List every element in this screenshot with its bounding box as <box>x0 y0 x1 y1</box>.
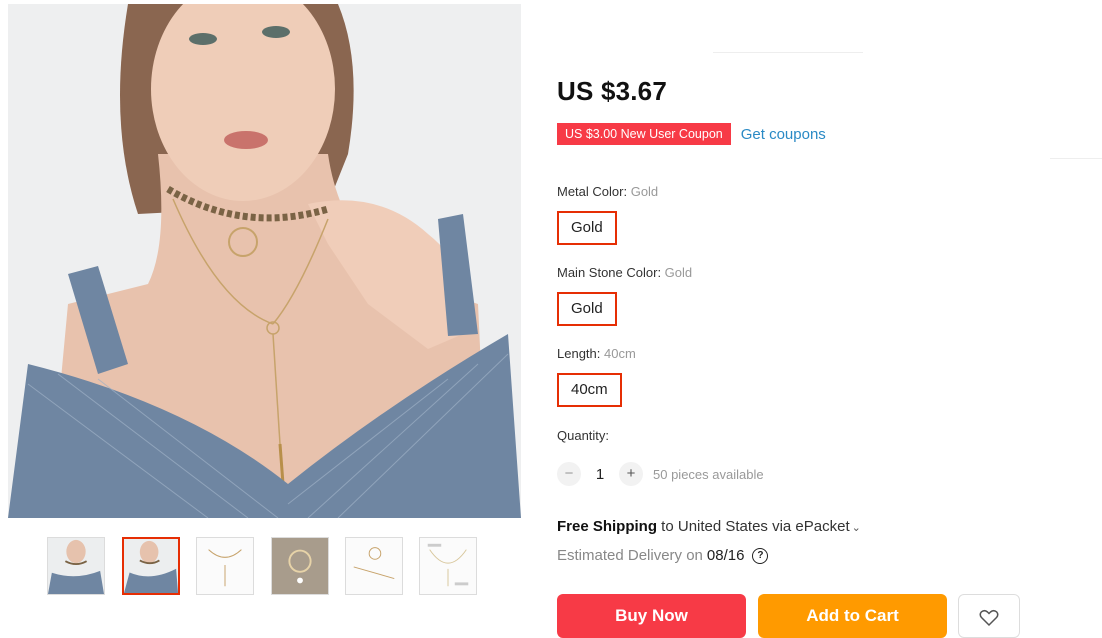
metal-color-label-text: Metal Color: <box>557 184 631 199</box>
metal-color-option-gold[interactable]: Gold <box>557 211 617 245</box>
buy-now-button[interactable]: Buy Now <box>557 594 746 638</box>
delivery-label: Estimated Delivery on <box>557 547 703 564</box>
coupon-row: US $3.00 New User Coupon Get coupons <box>555 123 826 145</box>
free-shipping-label: Free Shipping <box>557 518 658 535</box>
quantity-increase-button[interactable]: + <box>619 462 643 486</box>
quantity-value[interactable]: 1 <box>581 466 619 483</box>
length-label: Length: 40cm <box>557 346 636 361</box>
quantity-stepper: − 1 + 50 pieces available <box>557 462 764 486</box>
thumbnail-1[interactable] <box>47 537 105 595</box>
pieces-available: 50 pieces available <box>653 466 764 482</box>
get-coupons-link[interactable]: Get coupons <box>741 126 826 143</box>
delivery-date: 08/16 <box>706 547 745 564</box>
shipping-info[interactable]: Free Shipping to United States via ePack… <box>557 518 861 535</box>
thumbnail-2[interactable] <box>122 537 180 595</box>
quantity-label: Quantity: <box>557 428 610 443</box>
chevron-down-icon: ⌄ <box>851 522 861 534</box>
metal-color-value: Gold <box>630 184 659 199</box>
add-to-cart-button[interactable]: Add to Cart <box>758 594 947 638</box>
heart-icon <box>979 609 999 627</box>
product-price: US $3.67 <box>557 76 668 106</box>
wishlist-button[interactable] <box>958 594 1020 638</box>
shipping-destination: to United States via ePacket <box>657 518 850 535</box>
main-stone-color-label: Main Stone Color: Gold <box>557 265 692 280</box>
help-icon[interactable]: ? <box>752 547 769 564</box>
thumbnail-3[interactable] <box>196 537 254 595</box>
thumbnail-4[interactable] <box>271 537 329 595</box>
length-value: 40cm <box>604 346 636 361</box>
main-product-image <box>8 4 521 518</box>
top-divider <box>713 52 863 53</box>
estimated-delivery: Estimated Delivery on 08/16 ? <box>557 547 769 564</box>
length-label-text: Length: <box>557 346 604 361</box>
length-option-40cm[interactable]: 40cm <box>557 373 622 407</box>
new-user-coupon-badge: US $3.00 New User Coupon <box>555 123 733 145</box>
main-stone-color-option-gold[interactable]: Gold <box>557 292 617 326</box>
quantity-decrease-button[interactable]: − <box>557 462 581 486</box>
thumbnail-6[interactable] <box>419 537 477 595</box>
metal-color-label: Metal Color: Gold <box>557 184 658 199</box>
main-stone-color-value: Gold <box>664 265 693 280</box>
side-divider <box>1050 158 1102 159</box>
main-stone-color-label-text: Main Stone Color: <box>557 265 665 280</box>
thumbnail-5[interactable] <box>345 537 403 595</box>
